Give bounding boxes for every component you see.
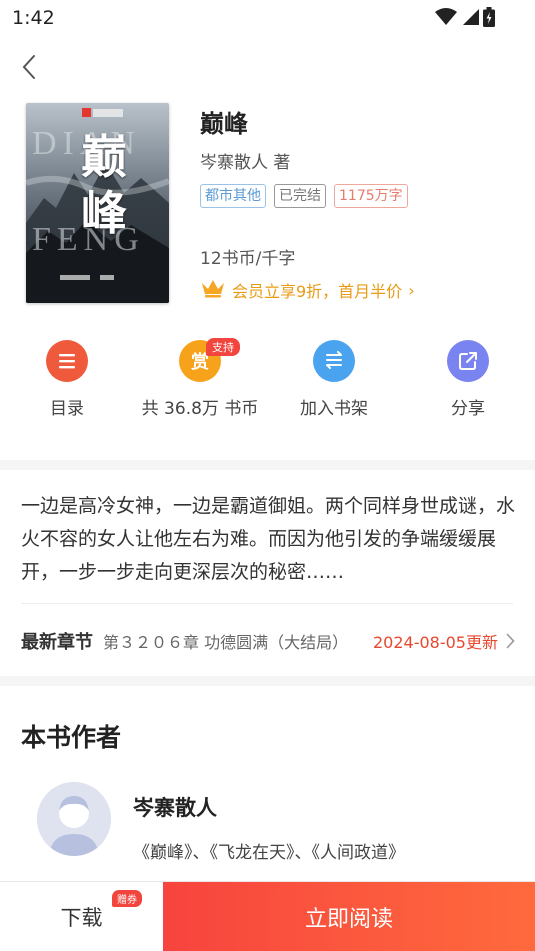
bottom-bar: 下载 赠券 立即阅读 xyxy=(0,881,535,951)
status-icons xyxy=(435,7,495,31)
author-name[interactable]: 岑寨散人 xyxy=(133,792,217,822)
bookshelf-icon xyxy=(313,340,355,382)
book-price: 12书币/千字 xyxy=(200,249,296,269)
crown-icon xyxy=(200,278,226,302)
back-arrow-icon xyxy=(21,54,37,84)
support-badge: 支持 xyxy=(206,338,240,356)
read-now-label: 立即阅读 xyxy=(304,907,393,932)
share-icon xyxy=(447,340,489,382)
vip-offer-text: 会员立享9折，首月半价 xyxy=(232,282,403,301)
catalog-icon xyxy=(46,340,88,382)
catalog-label: 目录 xyxy=(50,399,84,419)
download-label: 下载 xyxy=(60,906,103,930)
chevron-right-icon: › xyxy=(408,280,415,300)
book-title: 巅峰 xyxy=(200,110,248,138)
book-author[interactable]: 岑寨散人 著 xyxy=(200,148,290,173)
coupon-badge: 赠券 xyxy=(112,890,142,907)
latest-chapter-label: 最新章节 xyxy=(21,632,93,653)
wifi-icon xyxy=(435,8,457,30)
add-to-bookshelf-button[interactable]: 加入书架 xyxy=(264,340,404,419)
latest-chapter-title: 第３２０６章 功德圆满（大结局） xyxy=(103,633,349,652)
latest-update-date: 2024-08-05更新 xyxy=(373,633,498,652)
publisher-logo xyxy=(82,108,123,117)
author-section-title: 本书作者 xyxy=(21,723,122,752)
read-now-button[interactable]: 立即阅读 xyxy=(163,882,535,951)
cover-title: 巅峰 xyxy=(81,130,127,240)
author-avatar[interactable] xyxy=(37,782,111,856)
tag-category[interactable]: 都市其他 xyxy=(200,184,266,208)
bookshelf-label: 加入书架 xyxy=(300,399,368,419)
avatar-placeholder-icon xyxy=(37,782,111,856)
cover-author-mark xyxy=(60,273,114,283)
tag-word-count: 1175万字 xyxy=(334,184,408,208)
share-button[interactable]: 分享 xyxy=(398,340,535,419)
status-time: 1:42 xyxy=(12,7,55,29)
back-button[interactable] xyxy=(14,54,44,84)
divider xyxy=(21,603,513,604)
reward-button[interactable]: 赏 支持 共 36.8万 书币 xyxy=(130,338,270,419)
catalog-button[interactable]: 目录 xyxy=(0,340,137,419)
chevron-right-icon xyxy=(506,633,515,649)
book-synopsis[interactable]: 一边是高冷女神，一边是霸道御姐。两个同样身世成谜，水火不容的女人让他左右为难。而… xyxy=(21,490,515,589)
action-row: 目录 赏 支持 共 36.8万 书币 加入书架 分享 xyxy=(0,338,535,430)
section-divider xyxy=(0,676,535,686)
author-works: 《巅峰》、《飞龙在天》、《人间政道》 xyxy=(133,843,405,863)
book-tags: 都市其他 已完结 1175万字 xyxy=(200,184,408,208)
status-bar: 1:42 xyxy=(0,0,535,36)
vip-offer[interactable]: 会员立享9折，首月半价 › xyxy=(200,278,415,302)
tag-status: 已完结 xyxy=(274,184,326,208)
section-divider xyxy=(0,460,535,470)
latest-chapter-row[interactable]: 最新章节 第３２０６章 功德圆满（大结局） 2024-08-05更新 xyxy=(21,626,519,656)
battery-icon xyxy=(483,7,495,31)
signal-icon xyxy=(461,8,479,30)
download-button[interactable]: 下载 赠券 xyxy=(0,882,163,951)
reward-label: 共 36.8万 书币 xyxy=(141,399,259,419)
book-cover[interactable]: DIAN FENG 巅峰 xyxy=(26,103,169,303)
share-label: 分享 xyxy=(451,399,485,419)
